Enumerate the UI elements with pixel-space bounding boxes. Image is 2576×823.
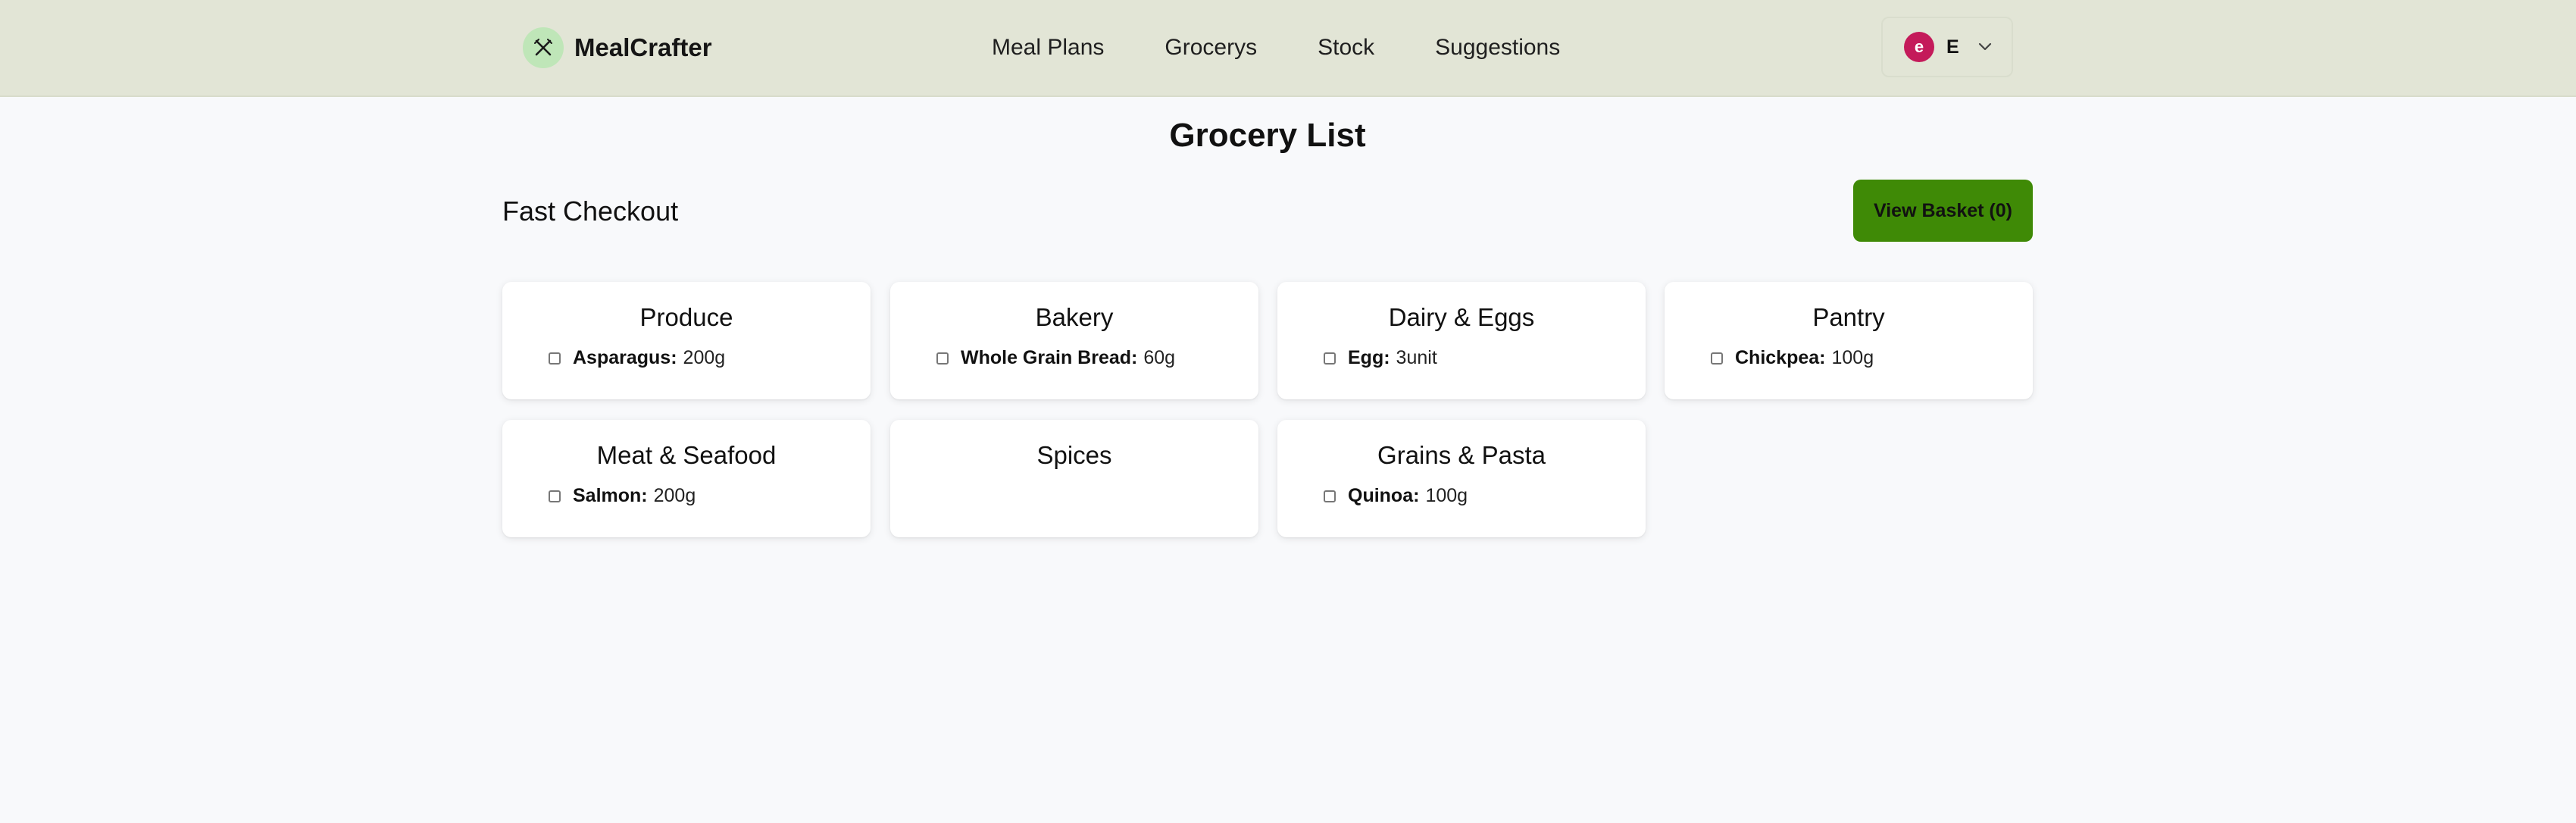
grocery-item: Asparagus: 200g: [549, 347, 725, 369]
avatar: e: [1904, 32, 1934, 62]
nav-link-grocerys[interactable]: Grocerys: [1165, 35, 1257, 61]
category-title: Spices: [1036, 441, 1112, 469]
category-card-meat-seafood: Meat & Seafood Salmon: 200g: [502, 420, 871, 537]
item-name: Chickpea: [1735, 347, 1820, 368]
brand[interactable]: MealCrafter: [523, 27, 712, 68]
grocery-item: Chickpea: 100g: [1711, 347, 1874, 369]
nav-link-meal-plans[interactable]: Meal Plans: [992, 35, 1104, 61]
grocery-item: Quinoa: 100g: [1324, 485, 1468, 507]
item-quantity: 200g: [683, 347, 726, 368]
item-checkbox[interactable]: [1324, 490, 1336, 502]
top-navbar: MealCrafter Meal Plans Grocerys Stock Su…: [0, 0, 2576, 97]
main-nav: Meal Plans Grocerys Stock Suggestions: [992, 29, 1560, 67]
item-checkbox[interactable]: [1324, 352, 1336, 365]
item-name: Egg: [1348, 347, 1384, 368]
fast-checkout-title: Fast Checkout: [502, 196, 679, 227]
category-title: Dairy & Eggs: [1388, 303, 1535, 331]
item-checkbox[interactable]: [936, 352, 949, 365]
user-menu-button[interactable]: e E: [1881, 17, 2013, 77]
chevron-down-icon: [1977, 42, 1993, 52]
category-title: Grains & Pasta: [1377, 441, 1546, 469]
item-checkbox[interactable]: [549, 352, 561, 365]
category-title: Meat & Seafood: [596, 441, 777, 469]
utensils-logo-icon: [523, 27, 564, 68]
category-title: Produce: [639, 303, 733, 331]
category-card-dairy-eggs: Dairy & Eggs Egg: 3unit: [1277, 282, 1646, 399]
category-title: Pantry: [1812, 303, 1885, 331]
view-basket-button[interactable]: View Basket (0): [1853, 180, 2033, 242]
item-name: Whole Grain Bread: [961, 347, 1132, 368]
nav-link-stock[interactable]: Stock: [1318, 35, 1374, 61]
item-name: Asparagus: [573, 347, 671, 368]
category-title: Bakery: [1035, 303, 1114, 331]
item-quantity: 3unit: [1396, 347, 1437, 368]
item-quantity: 200g: [653, 485, 696, 506]
item-quantity: 100g: [1425, 485, 1468, 506]
category-card-pantry: Pantry Chickpea: 100g: [1665, 282, 2033, 399]
item-name: Salmon: [573, 485, 642, 506]
item-quantity: 100g: [1831, 347, 1874, 368]
category-card-spices: Spices: [890, 420, 1258, 537]
user-initial: E: [1946, 36, 1959, 58]
nav-link-suggestions[interactable]: Suggestions: [1435, 35, 1560, 61]
grocery-item: Egg: 3unit: [1324, 347, 1437, 369]
category-card-grains-pasta: Grains & Pasta Quinoa: 100g: [1277, 420, 1646, 537]
category-card-produce: Produce Asparagus: 200g: [502, 282, 871, 399]
item-quantity: 60g: [1143, 347, 1176, 368]
category-card-bakery: Bakery Whole Grain Bread: 60g: [890, 282, 1258, 399]
item-name: Quinoa: [1348, 485, 1414, 506]
item-checkbox[interactable]: [1711, 352, 1723, 365]
item-checkbox[interactable]: [549, 490, 561, 502]
grocery-item: Salmon: 200g: [549, 485, 696, 507]
page-title: Grocery List: [1169, 117, 1366, 154]
grocery-item: Whole Grain Bread: 60g: [936, 347, 1175, 369]
brand-name: MealCrafter: [574, 33, 712, 61]
